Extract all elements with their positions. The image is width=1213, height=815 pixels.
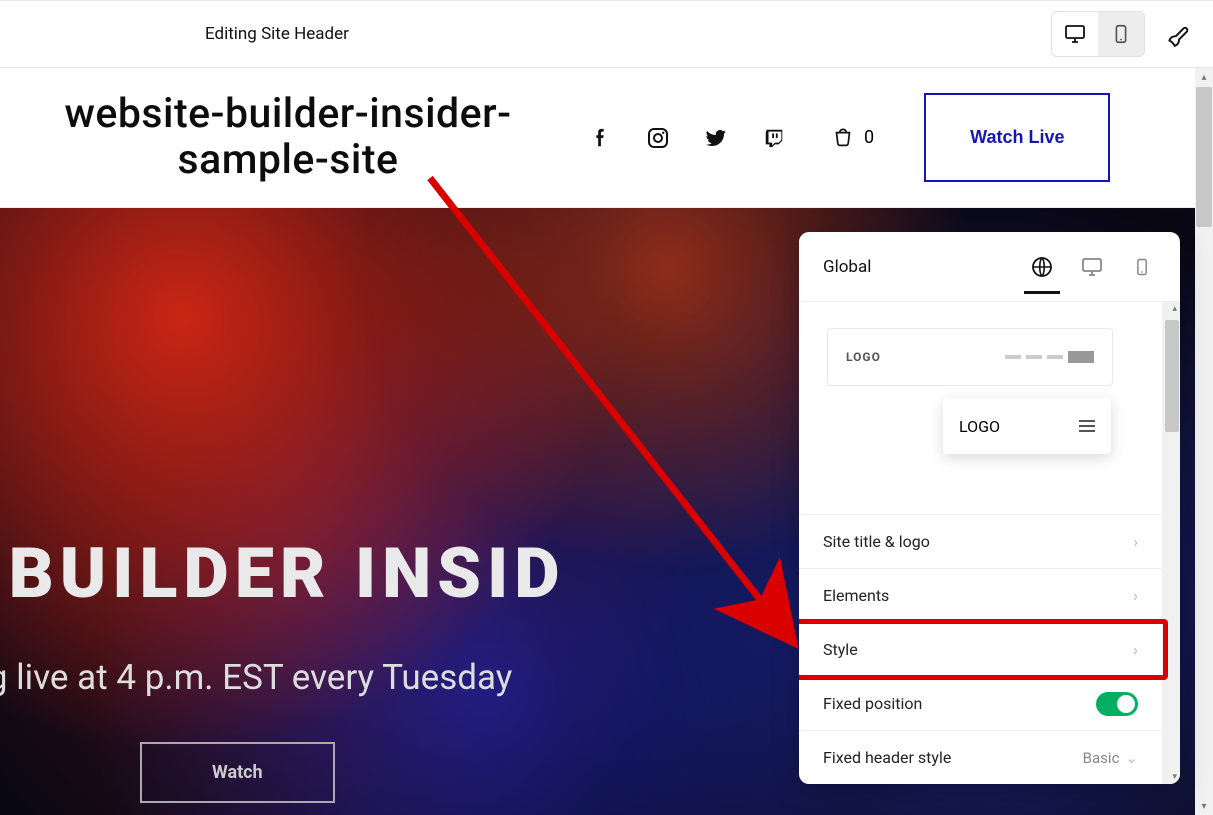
globe-icon — [1030, 255, 1054, 279]
editor-toolbar: Editing Site Header — [0, 0, 1213, 68]
desktop-view-button[interactable] — [1052, 12, 1098, 56]
editor-mode-title: Editing Site Header — [205, 24, 349, 44]
site-title[interactable]: website-builder-insider- sample-site — [18, 92, 558, 182]
cart-count: 0 — [864, 127, 874, 148]
header-layout-preview[interactable]: LOGO LOGO — [799, 302, 1162, 514]
instagram-icon[interactable] — [646, 126, 670, 150]
panel-options-list: Site title & logo › Elements › Style › F… — [799, 514, 1162, 784]
layout-mobile-preview: LOGO — [943, 398, 1111, 454]
twitch-icon[interactable] — [762, 126, 786, 150]
logo-label: LOGO — [846, 350, 881, 364]
annotation-highlight — [799, 619, 1168, 680]
brush-icon — [1165, 21, 1191, 47]
row-elements[interactable]: Elements › — [799, 568, 1162, 622]
row-label: Elements — [823, 586, 889, 605]
row-label: Fixed position — [823, 694, 922, 713]
chevron-down-icon: ⌄ — [1125, 749, 1138, 767]
panel-scroll-area: LOGO LOGO Site title & logo › Elements ›… — [799, 302, 1180, 784]
scroll-down-icon[interactable]: ▾ — [1195, 797, 1213, 815]
toggle-on[interactable] — [1096, 692, 1138, 716]
site-header: website-builder-insider- sample-site 0 W… — [0, 68, 1213, 208]
desktop-icon — [1063, 22, 1087, 46]
site-title-line2: sample-site — [178, 136, 399, 184]
chevron-right-icon: › — [1133, 586, 1138, 605]
watch-live-button[interactable]: Watch Live — [924, 93, 1110, 182]
tab-desktop[interactable] — [1078, 241, 1106, 293]
tab-global[interactable] — [1028, 241, 1056, 293]
site-title-line1: website-builder-insider- — [64, 90, 511, 138]
header-edit-panel: Global LOGO LOGO Site title & logo — [799, 232, 1180, 784]
facebook-icon[interactable] — [588, 126, 612, 150]
row-label: Fixed header style — [823, 748, 951, 767]
layout-desktop-preview: LOGO — [827, 328, 1113, 386]
desktop-icon — [1080, 255, 1104, 279]
dropdown-text: Basic — [1083, 749, 1120, 767]
dropdown-value[interactable]: Basic ⌄ — [1083, 749, 1138, 767]
row-fixed-position[interactable]: Fixed position — [799, 676, 1162, 730]
panel-scroll-thumb[interactable] — [1165, 320, 1179, 432]
panel-tabs: Global — [799, 232, 1180, 302]
panel-tab-label: Global — [823, 257, 1006, 277]
cart-button[interactable]: 0 — [830, 125, 874, 151]
row-fixed-header-style[interactable]: Fixed header style Basic ⌄ — [799, 730, 1162, 784]
hamburger-icon — [1079, 420, 1095, 432]
tab-mobile[interactable] — [1128, 241, 1156, 293]
logo-label-mini: LOGO — [959, 417, 1000, 436]
mobile-view-button[interactable] — [1098, 12, 1144, 56]
scroll-up-icon[interactable]: ▴ — [1195, 68, 1213, 86]
row-label: Site title & logo — [823, 532, 930, 551]
hero-watch-button[interactable]: Watch — [140, 742, 335, 803]
nav-dashes-icon — [1005, 351, 1094, 363]
device-toggle — [1051, 11, 1145, 57]
preview-scrollbar[interactable]: ▴ ▾ — [1195, 68, 1213, 815]
style-brush-button[interactable] — [1161, 17, 1195, 51]
chevron-right-icon: › — [1133, 532, 1138, 551]
mobile-icon — [1132, 256, 1152, 278]
twitter-icon[interactable] — [704, 126, 728, 150]
social-links — [588, 126, 786, 150]
row-site-title-logo[interactable]: Site title & logo › — [799, 514, 1162, 568]
mobile-icon — [1110, 23, 1132, 45]
scroll-thumb[interactable] — [1196, 87, 1212, 227]
row-style[interactable]: Style › — [799, 622, 1162, 676]
cart-icon — [830, 125, 856, 151]
